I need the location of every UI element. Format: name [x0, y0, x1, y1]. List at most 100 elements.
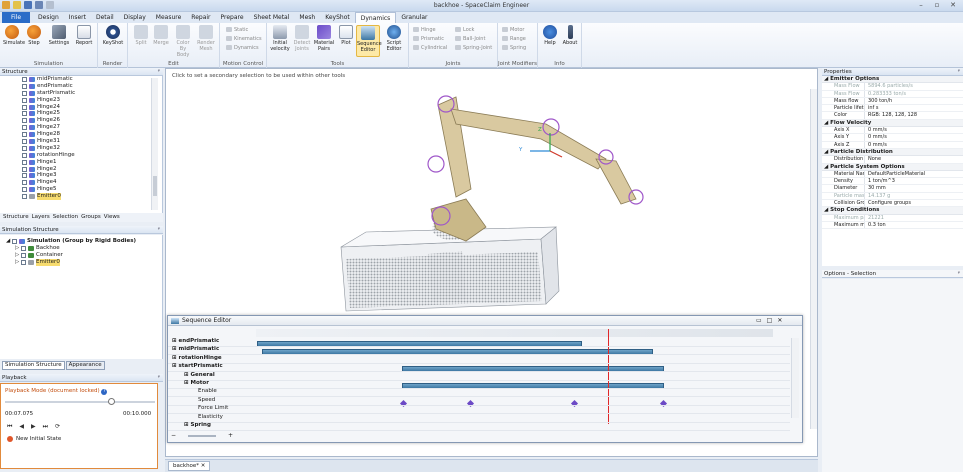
property-row[interactable]: Mass Flow 0.283333 ton/s: [822, 90, 963, 98]
playback-slider-thumb[interactable]: [107, 398, 115, 405]
ball-joint-button[interactable]: Ball-Joint: [455, 36, 485, 42]
pin-icon[interactable]: ᵠ: [158, 68, 160, 76]
property-row[interactable]: Mass Flow 5894.6 particles/s: [822, 83, 963, 91]
property-value[interactable]: 5894.6 particles/s: [864, 83, 963, 90]
zoom-in-icon[interactable]: +: [228, 432, 233, 439]
step-button[interactable]: Step: [25, 25, 43, 46]
speed-keyframe[interactable]: [466, 399, 475, 408]
merge-button[interactable]: Merge: [152, 25, 170, 46]
sequence-row-label[interactable]: ⊞ General: [184, 372, 215, 378]
tab-groups[interactable]: Groups: [81, 213, 101, 222]
tab-layers[interactable]: Layers: [32, 213, 50, 222]
tab-file[interactable]: File: [2, 12, 31, 23]
structure-item[interactable]: Hinge27: [22, 124, 162, 131]
sequence-row-label[interactable]: Enable: [198, 388, 217, 394]
skip-start-icon[interactable]: ⏮: [7, 423, 12, 431]
minimize-icon[interactable]: –: [914, 1, 928, 10]
property-value[interactable]: 30 mm: [864, 185, 963, 192]
property-value[interactable]: 21221: [864, 214, 963, 221]
checkbox[interactable]: [22, 173, 27, 179]
structure-item[interactable]: midPrismatic: [22, 76, 162, 83]
play-icon[interactable]: ▶: [31, 423, 36, 431]
tab-sheet-metal[interactable]: Sheet Metal: [249, 12, 295, 23]
property-category[interactable]: ◢ Particle Distribution: [822, 148, 963, 157]
time-cursor[interactable]: [608, 329, 609, 424]
sequence-row-label[interactable]: ⊞ endPrismatic: [172, 338, 219, 344]
sequence-row-label[interactable]: ⊞ Motor: [184, 380, 209, 386]
speed-keyframe[interactable]: [399, 399, 408, 408]
tab-views[interactable]: Views: [104, 213, 120, 222]
tab-design[interactable]: Design: [33, 12, 64, 23]
speed-keyframe[interactable]: [659, 399, 668, 408]
tab-granular[interactable]: Granular: [396, 12, 432, 23]
about-button[interactable]: About: [560, 25, 580, 46]
property-row[interactable]: Axis Y 0 mm/s: [822, 134, 963, 142]
motor-button[interactable]: Motor: [502, 27, 524, 33]
sequence-editor-button[interactable]: Sequence Editor: [356, 25, 382, 57]
pin-icon[interactable]: ᵠ: [158, 374, 160, 382]
help-button[interactable]: Help: [540, 25, 560, 46]
checkbox[interactable]: [22, 76, 27, 82]
checkbox[interactable]: [22, 152, 27, 158]
property-row[interactable]: Color RGB: 128, 128, 128: [822, 112, 963, 120]
structure-item[interactable]: Hinge2: [22, 166, 162, 173]
kinematics-button[interactable]: Kinematics: [226, 36, 262, 42]
split-button[interactable]: Split: [132, 25, 150, 46]
sequence-row-label[interactable]: Elasticity: [198, 414, 223, 420]
simulate-button[interactable]: Simulate: [3, 25, 25, 46]
checkbox[interactable]: [21, 245, 26, 251]
checkbox[interactable]: [21, 259, 26, 265]
pin-icon[interactable]: ᵠ: [958, 270, 960, 278]
viewport-scrollbar[interactable]: [810, 89, 817, 429]
property-row[interactable]: Axis Z 0 mm/s: [822, 141, 963, 149]
plot-button[interactable]: Plot: [337, 25, 355, 46]
pin-icon[interactable]: ᵠ: [958, 68, 960, 76]
structure-item[interactable]: Emitter0: [22, 193, 162, 201]
property-row[interactable]: Maximum mass0.3 ton: [822, 221, 963, 230]
zoom-slider[interactable]: [188, 434, 217, 437]
tab-prepare[interactable]: Prepare: [216, 12, 249, 23]
dynamics-button[interactable]: Dynamics: [226, 45, 259, 51]
tab-selection[interactable]: Selection: [53, 213, 78, 222]
checkbox[interactable]: [22, 118, 27, 124]
property-value[interactable]: RGB: 128, 128, 128: [864, 112, 963, 119]
tab-structure[interactable]: Structure: [3, 213, 29, 222]
structure-item[interactable]: Hinge26: [22, 117, 162, 124]
property-row[interactable]: Particle mass 14.137 g: [822, 192, 963, 201]
property-value[interactable]: DefaultParticleMaterial: [864, 170, 963, 178]
structure-item[interactable]: Hinge31: [22, 138, 162, 145]
detect-joints-button[interactable]: Detect Joints: [292, 25, 312, 52]
tab-appearance[interactable]: Appearance: [65, 361, 105, 370]
structure-item[interactable]: Hinge1: [22, 159, 162, 166]
prismatic-button[interactable]: Prismatic: [413, 36, 444, 42]
property-value[interactable]: inf s: [864, 105, 963, 112]
script-editor-button[interactable]: Script Editor: [383, 25, 405, 52]
checkbox[interactable]: [22, 125, 27, 131]
checkbox[interactable]: [22, 145, 27, 151]
property-value[interactable]: None: [864, 156, 963, 163]
checkbox[interactable]: [22, 90, 27, 96]
sim-root-row[interactable]: ◢ Simulation (Group by Rigid Bodies): [6, 238, 162, 245]
playback-slider[interactable]: [5, 398, 155, 405]
property-row[interactable]: Diameter 30 mm: [822, 185, 963, 193]
minimize-icon[interactable]: ▭: [756, 317, 762, 324]
static-button[interactable]: Static: [226, 27, 248, 33]
restore-icon[interactable]: ▫: [930, 1, 944, 10]
keyshot-button[interactable]: KeyShot: [102, 25, 124, 46]
maximize-icon[interactable]: □: [767, 317, 773, 324]
spring-button[interactable]: Spring: [502, 45, 526, 51]
cylindrical-button[interactable]: Cylindrical: [413, 45, 447, 51]
checkbox[interactable]: [22, 138, 27, 144]
property-row[interactable]: Collision GroupConfigure groups: [822, 200, 963, 208]
sequence-row-label[interactable]: ⊞ rotationHinge: [172, 355, 222, 361]
checkbox[interactable]: [21, 252, 26, 258]
structure-item[interactable]: startPrismatic: [22, 90, 162, 97]
render-mesh-button[interactable]: Render Mesh: [196, 25, 216, 52]
property-row[interactable]: Particle lifetimeinf s: [822, 105, 963, 113]
property-row[interactable]: Axis X 0 mm/s: [822, 127, 963, 135]
sim-child-emitter[interactable]: ▷ Emitter0: [6, 258, 162, 266]
property-value[interactable]: 0 mm/s: [864, 141, 963, 148]
sequence-scrollbar[interactable]: [791, 338, 799, 418]
sequence-row-label[interactable]: ⊞ Spring: [184, 422, 211, 428]
tab-keyshot[interactable]: KeyShot: [320, 12, 355, 23]
